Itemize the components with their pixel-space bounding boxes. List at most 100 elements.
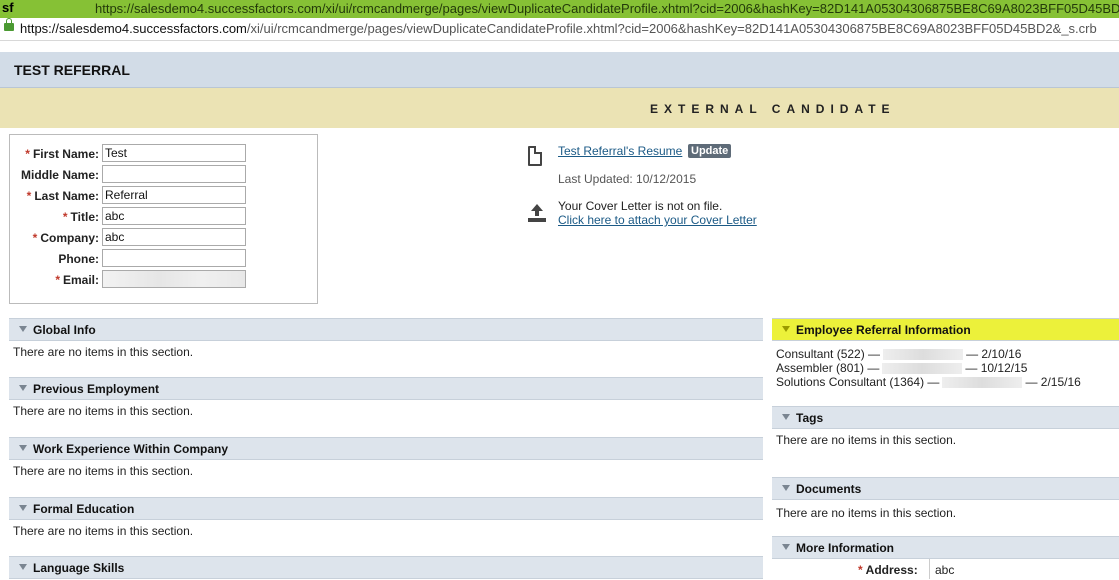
page-header: TEST REFERRAL	[0, 52, 1119, 88]
referral-item: Solutions Consultant (1364) — — 2/15/16	[776, 375, 1119, 389]
cover-letter-status: Your Cover Letter is not on file.	[558, 199, 723, 213]
section-tags: Tags There are no items in this section.	[772, 406, 1119, 449]
section-header[interactable]: Work Experience Within Company	[9, 437, 763, 460]
required-marker: *	[858, 563, 863, 577]
candidate-info-form: * First Name: Test Middle Name: * Last Nam…	[9, 134, 318, 304]
section-global-info: Global Info There are no items in this s…	[9, 318, 763, 361]
company-label: Company:	[40, 231, 99, 245]
attach-cover-letter-link[interactable]: Click here to attach your Cover Letter	[558, 213, 757, 227]
referral-item: Consultant (522) — — 2/10/16	[776, 347, 1119, 361]
last-name-label: Last Name:	[34, 189, 99, 203]
section-title: Tags	[796, 411, 824, 425]
email-row: * Email:	[10, 270, 317, 290]
section-body: There are no items in this section.	[776, 506, 957, 520]
required-marker: *	[55, 273, 60, 287]
address-row: * Address: abc	[772, 559, 1119, 579]
section-documents: Documents There are no items in this sec…	[772, 477, 1119, 520]
required-marker: *	[62, 210, 68, 224]
section-header[interactable]: Documents	[772, 477, 1119, 500]
first-name-input[interactable]: Test	[102, 144, 246, 162]
middle-name-input[interactable]	[102, 165, 246, 183]
page-title: TEST REFERRAL	[14, 62, 130, 78]
collapse-arrow-icon[interactable]	[782, 485, 790, 491]
address-host: https://salesdemo4.successfactors.com	[20, 21, 247, 36]
last-name-input[interactable]: Referral	[102, 186, 246, 204]
collapse-arrow-icon[interactable]	[19, 385, 27, 391]
referral-list: Consultant (522) — — 2/10/16 Assembler (8…	[772, 341, 1119, 389]
email-label: Email:	[62, 273, 99, 287]
browser-title-bar: sf https://salesdemo4.successfactors.com…	[0, 0, 1119, 19]
section-title: Global Info	[33, 323, 96, 337]
required-marker: *	[26, 189, 32, 203]
referral-role: Consultant (522) —	[776, 347, 881, 361]
referral-item: Assembler (801) — — 10/12/15	[776, 361, 1119, 375]
section-body: There are no items in this section.	[13, 345, 194, 359]
title-row: * Title: abc	[10, 207, 317, 227]
section-title: Language Skills	[33, 561, 125, 575]
candidate-type-banner: EXTERNAL CANDIDATE	[0, 88, 1119, 128]
address-label: Address:	[865, 563, 918, 577]
referral-date: — 2/10/16	[966, 347, 1022, 361]
address-value: abc	[929, 559, 1109, 579]
middle-name-row: Middle Name:	[10, 165, 317, 185]
section-header[interactable]: Language Skills	[9, 556, 763, 579]
address-url[interactable]: https://salesdemo4.successfactors.com/xi…	[20, 21, 1097, 36]
last-name-row: * Last Name: Referral	[10, 186, 317, 206]
collapse-arrow-icon[interactable]	[19, 445, 27, 451]
resume-link[interactable]: Test Referral's Resume	[558, 144, 682, 158]
redacted-name	[883, 349, 964, 361]
section-header[interactable]: Employee Referral Information	[772, 318, 1119, 341]
collapse-arrow-icon[interactable]	[782, 414, 790, 420]
referral-role: Assembler (801) —	[776, 361, 880, 375]
section-title: Work Experience Within Company	[33, 442, 229, 456]
section-body: There are no items in this section.	[776, 433, 957, 447]
section-title: More Information	[796, 541, 894, 555]
section-title: Documents	[796, 482, 862, 496]
phone-label: Phone:	[58, 252, 99, 266]
first-name-label: First Name:	[32, 147, 99, 161]
document-icon	[528, 146, 542, 166]
redacted-name	[942, 377, 1023, 389]
collapse-arrow-icon[interactable]	[19, 564, 27, 570]
section-formal-education: Formal Education There are no items in t…	[9, 497, 763, 540]
update-resume-button[interactable]: Update	[688, 144, 732, 158]
section-previous-employment: Previous Employment There are no items i…	[9, 377, 763, 420]
section-language-skills: Language Skills	[9, 556, 763, 579]
title-input[interactable]: abc	[102, 207, 246, 225]
address-bar[interactable]: https://salesdemo4.successfactors.com/xi…	[0, 18, 1119, 41]
title-label: Title:	[70, 210, 99, 224]
required-marker: *	[32, 231, 38, 245]
section-body: There are no items in this section.	[13, 464, 194, 478]
section-header[interactable]: More Information	[772, 536, 1119, 559]
collapse-arrow-icon[interactable]	[782, 326, 790, 332]
section-title: Employee Referral Information	[796, 323, 971, 337]
section-header[interactable]: Formal Education	[9, 497, 763, 520]
referral-date: — 10/12/15	[965, 361, 1028, 375]
company-input[interactable]: abc	[102, 228, 246, 246]
collapse-arrow-icon[interactable]	[19, 326, 27, 332]
email-input[interactable]	[102, 270, 246, 288]
company-row: * Company: abc	[10, 228, 317, 248]
first-name-row: * First Name: Test	[10, 144, 317, 164]
section-header[interactable]: Global Info	[9, 318, 763, 341]
phone-input[interactable]	[102, 249, 246, 267]
section-employee-referral: Employee Referral Information Consultant…	[772, 318, 1119, 389]
address-path: /xi/ui/rcmcandmerge/pages/viewDuplicateC…	[246, 21, 1097, 36]
section-work-experience: Work Experience Within Company There are…	[9, 437, 763, 480]
section-header[interactable]: Previous Employment	[9, 377, 763, 400]
section-header[interactable]: Tags	[772, 406, 1119, 429]
phone-row: Phone:	[10, 249, 317, 269]
section-body: There are no items in this section.	[13, 524, 194, 538]
referral-date: — 2/15/16	[1025, 375, 1081, 389]
lock-icon	[4, 18, 14, 31]
upload-icon[interactable]	[528, 204, 546, 224]
required-marker: *	[25, 147, 30, 161]
referral-role: Solutions Consultant (1364) —	[776, 375, 940, 389]
middle-name-label: Middle Name:	[20, 168, 99, 182]
collapse-arrow-icon[interactable]	[782, 544, 790, 550]
collapse-arrow-icon[interactable]	[19, 505, 27, 511]
candidate-type-label: EXTERNAL CANDIDATE	[650, 102, 896, 116]
site-favicon: sf	[2, 0, 14, 15]
redacted-name	[882, 363, 963, 375]
resume-last-updated: Last Updated: 10/12/2015	[558, 172, 697, 186]
